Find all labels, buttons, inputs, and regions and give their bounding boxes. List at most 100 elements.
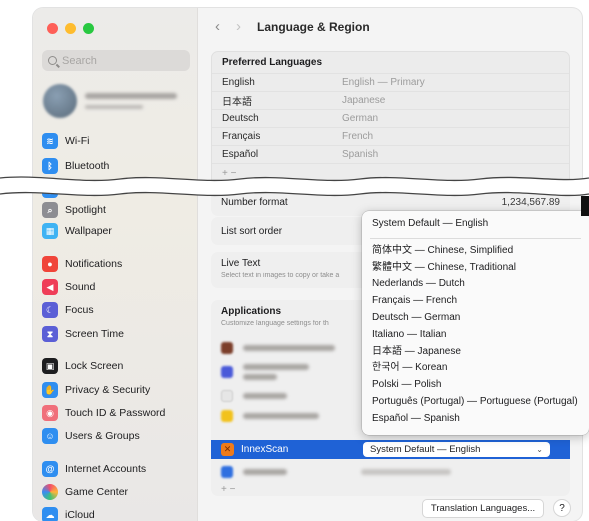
minimize-button[interactable] xyxy=(65,23,76,34)
sidebar-item-lock-screen[interactable]: ▣ Lock Screen xyxy=(42,356,123,376)
chevron-down-icon: ⌄ xyxy=(536,445,543,454)
menu-item-language[interactable]: 日本語 — Japanese xyxy=(362,344,589,361)
fingerprint-icon: ◉ xyxy=(42,405,58,421)
bell-icon: ● xyxy=(42,256,58,272)
sidebar-item-label: Lock Screen xyxy=(65,360,124,372)
sidebar-item-label: Screen Time xyxy=(65,328,124,340)
language-menu: System Default — English 简体中文 — Chinese,… xyxy=(362,211,589,435)
preferred-languages-list: English English — Primary 日本語 Japanese Deuts… xyxy=(212,74,569,164)
preferred-languages-heading: Preferred Languages xyxy=(212,52,569,74)
blurred-app-row[interactable] xyxy=(221,364,309,380)
menu-item-system-default[interactable]: System Default — English xyxy=(362,216,589,233)
zoom-button[interactable] xyxy=(83,23,94,34)
language-detail: English — Primary xyxy=(342,77,425,88)
sidebar-item-label: Internet Accounts xyxy=(65,463,147,475)
language-detail: Japanese xyxy=(342,95,386,106)
sidebar-item-label: iCloud xyxy=(65,509,95,521)
sidebar-item-label: Spotlight xyxy=(65,204,106,216)
help-button[interactable]: ? xyxy=(553,499,571,517)
language-row[interactable]: Français French xyxy=(212,128,569,146)
users-icon: ☺ xyxy=(42,428,58,444)
toolbar: ‹ › Language & Region xyxy=(215,18,370,35)
menu-language-list: 简体中文 — Chinese, Simplified 繁體中文 — Chinese… xyxy=(362,243,589,428)
sidebar-item-wi-fi[interactable]: ≋ Wi-Fi xyxy=(42,131,90,151)
wifi-icon: ≋ xyxy=(42,133,58,149)
avatar xyxy=(43,84,77,118)
forward-icon[interactable]: › xyxy=(236,18,241,35)
account-item[interactable] xyxy=(43,84,177,118)
sidebar-item-notifications[interactable]: ● Notifications xyxy=(42,254,122,274)
menu-item-language[interactable]: Nederlands — Dutch xyxy=(362,276,589,293)
sidebar-item-game-center[interactable]: Game Center xyxy=(42,482,128,502)
translation-languages-button[interactable]: Translation Languages... xyxy=(422,499,544,518)
menu-item-language[interactable]: 繁體中文 — Chinese, Traditional xyxy=(362,260,589,277)
list-sort-label: List sort order xyxy=(221,225,283,237)
wallpaper-icon: ▦ xyxy=(42,223,58,239)
hourglass-icon: ⧗ xyxy=(42,326,58,342)
sidebar-item-icloud[interactable]: ☁ iCloud xyxy=(42,505,95,521)
blurred-app-row[interactable] xyxy=(221,410,319,422)
menu-item-language[interactable]: 简体中文 — Chinese, Simplified xyxy=(362,243,589,260)
sidebar-item-users-groups[interactable]: ☺ Users & Groups xyxy=(42,426,140,446)
app-language-value: System Default — English xyxy=(370,444,481,455)
search-icon xyxy=(48,56,57,65)
sidebar-item-screen-time[interactable]: ⧗ Screen Time xyxy=(42,324,124,344)
menu-item-language[interactable]: Español — Spanish xyxy=(362,411,589,428)
menu-item-language[interactable]: Français — French xyxy=(362,293,589,310)
menu-item-language[interactable]: Polski — Polish xyxy=(362,377,589,394)
language-detail: French xyxy=(342,131,374,142)
sidebar-item-label: Touch ID & Password xyxy=(65,407,166,419)
language-detail: Spanish xyxy=(342,149,379,160)
language-row[interactable]: English English — Primary xyxy=(212,74,569,92)
sidebar-item-label: Focus xyxy=(65,304,94,316)
language-name: Español xyxy=(222,149,259,160)
sidebar-item-label: Notifications xyxy=(65,258,123,270)
search-placeholder: Search xyxy=(62,54,97,67)
language-name: English xyxy=(222,77,255,88)
search-input[interactable]: Search xyxy=(42,50,190,71)
language-row[interactable]: Deutsch German xyxy=(212,110,569,128)
menu-item-language[interactable]: Italiano — Italian xyxy=(362,327,589,344)
sidebar-item-label: Users & Groups xyxy=(65,430,140,442)
app-language-popup[interactable]: System Default — English ⌄ xyxy=(363,442,550,457)
applications-add-remove[interactable]: + − xyxy=(221,484,235,495)
sidebar-item-wallpaper[interactable]: ▦ Wallpaper xyxy=(42,221,112,241)
lock-icon: ▣ xyxy=(42,358,58,374)
language-name: Deutsch xyxy=(222,113,259,124)
innexscan-icon: ✕ xyxy=(221,443,234,456)
sidebar-item-internet-accounts[interactable]: @ Internet Accounts xyxy=(42,459,146,479)
moon-icon: ☾ xyxy=(42,302,58,318)
close-button[interactable] xyxy=(47,23,58,34)
account-name-blurred xyxy=(85,93,177,109)
spotlight-icon: ⌕ xyxy=(42,202,58,218)
at-icon: @ xyxy=(42,461,58,477)
cloud-icon: ☁ xyxy=(42,507,58,521)
sidebar-item-touch-id-password[interactable]: ◉ Touch ID & Password xyxy=(42,403,165,423)
selected-app-row[interactable]: ✕ InnexScan System Default — English ⌄ xyxy=(211,440,570,459)
applications-sub: Customize language settings for th xyxy=(221,320,329,327)
sidebar-item-label: Privacy & Security xyxy=(65,384,151,396)
language-row[interactable]: Español Spanish xyxy=(212,146,569,164)
sidebar-item-label: Game Center xyxy=(65,486,129,498)
back-icon[interactable]: ‹ xyxy=(215,18,220,35)
sidebar-item-label: Sound xyxy=(65,281,96,293)
blurred-app-row[interactable] xyxy=(221,390,287,402)
sidebar-item-privacy-security[interactable]: ✋ Privacy & Security xyxy=(42,380,150,400)
language-detail: German xyxy=(342,113,379,124)
sidebar-item-sound[interactable]: ◀ Sound xyxy=(42,277,95,297)
language-row[interactable]: 日本語 Japanese xyxy=(212,92,569,110)
sidebar-item-spotlight[interactable]: ⌕ Spotlight xyxy=(42,200,106,220)
menu-item-language[interactable]: 한국어 — Korean xyxy=(362,360,589,377)
hand-icon: ✋ xyxy=(42,382,58,398)
sidebar-item-label: Wallpaper xyxy=(65,225,112,237)
blurred-app-row[interactable] xyxy=(221,342,335,354)
blurred-app-row[interactable] xyxy=(221,466,451,478)
menu-item-language[interactable]: Deutsch — German xyxy=(362,310,589,327)
edge-artifact xyxy=(581,196,589,216)
selected-app-name: InnexScan xyxy=(241,444,289,455)
language-name: Français xyxy=(222,131,261,142)
menu-item-language[interactable]: Português (Portugal) — Portuguese (Portu… xyxy=(362,394,589,411)
sidebar-item-focus[interactable]: ☾ Focus xyxy=(42,300,94,320)
sidebar-item-label: Bluetooth xyxy=(65,160,110,172)
language-name: 日本語 xyxy=(222,97,252,108)
